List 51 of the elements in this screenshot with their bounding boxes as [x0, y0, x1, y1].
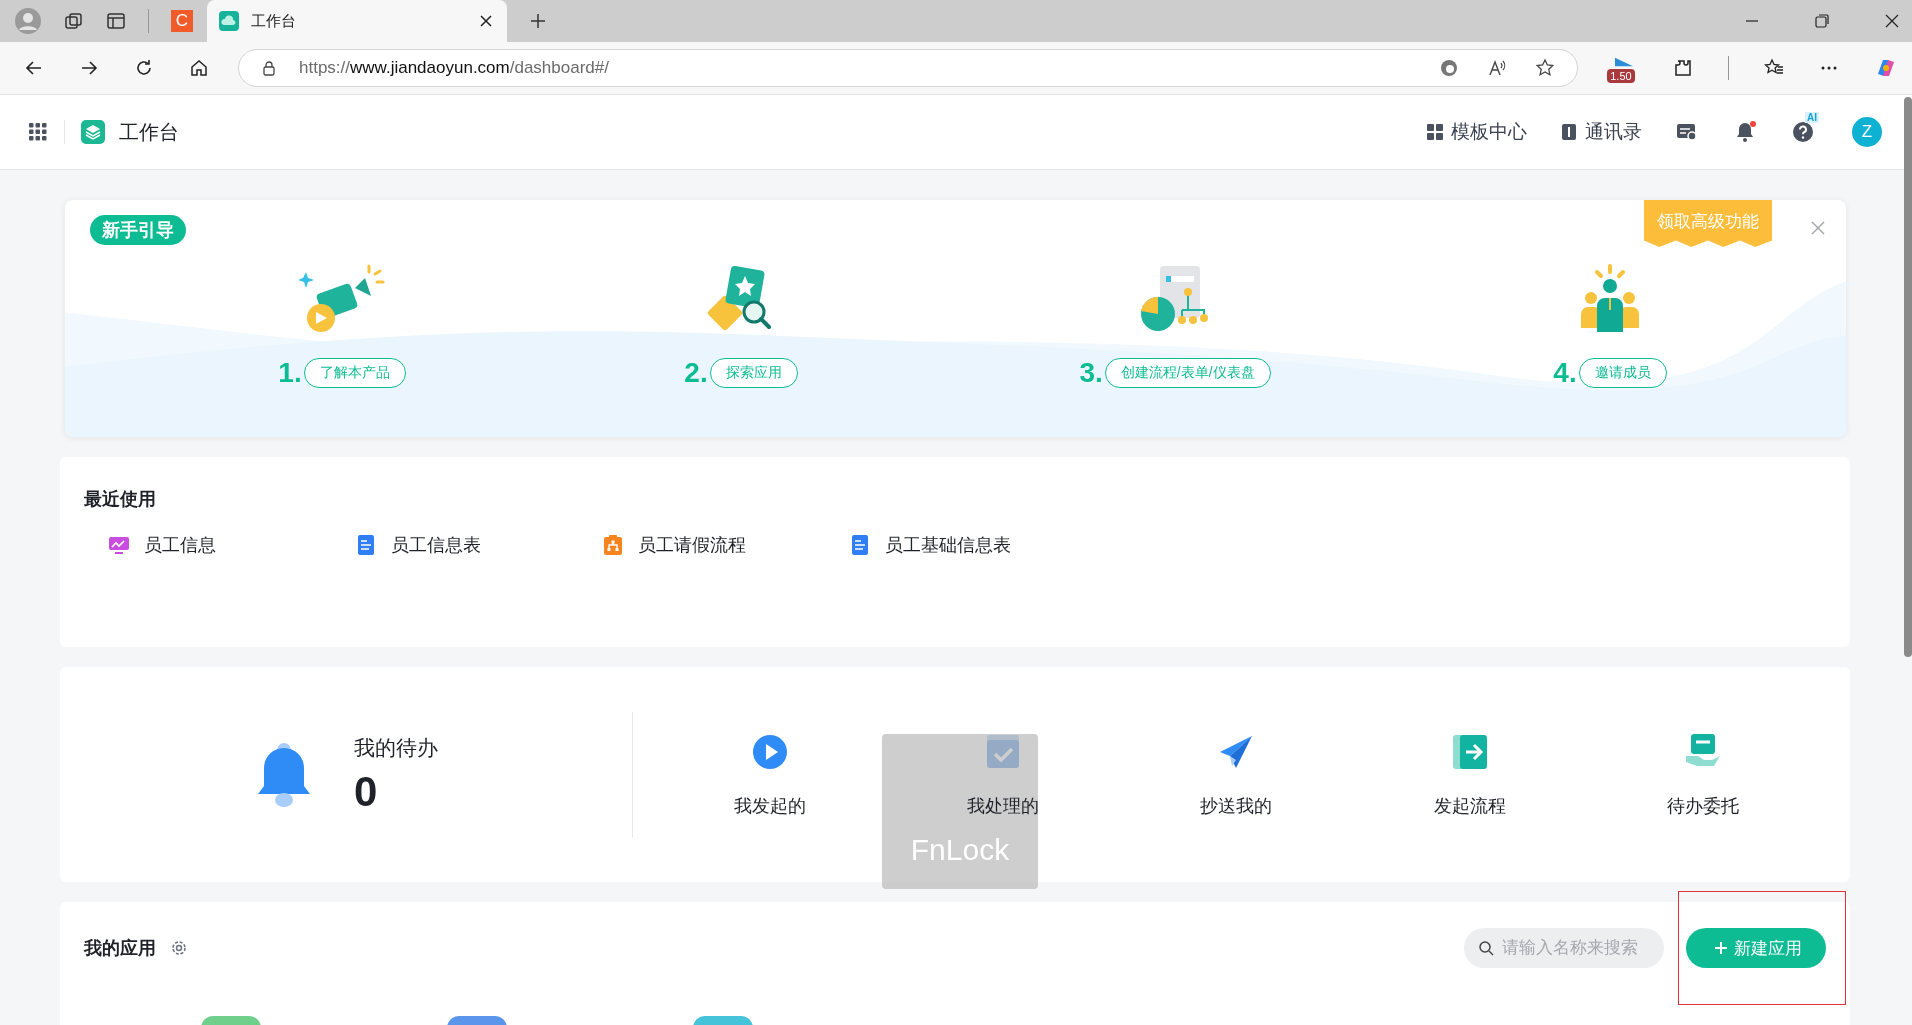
recent-item[interactable]: 员工请假流程 [602, 533, 849, 557]
close-icon[interactable] [1884, 13, 1900, 29]
plus-icon [1714, 941, 1728, 955]
address-field[interactable]: https://www.jiandaoyun.com/dashboard#/ [238, 49, 1579, 87]
cloud-icon [219, 11, 239, 31]
apps-grid-icon[interactable] [28, 122, 48, 142]
guide-badge: 新手引导 [90, 215, 186, 245]
todo-action[interactable]: 发起流程 [1353, 731, 1587, 818]
help-icon[interactable] [1792, 121, 1814, 143]
layers-logo-icon [81, 120, 105, 144]
todo-action[interactable]: 待办委托 [1586, 731, 1820, 818]
flag-icon [1615, 57, 1634, 67]
sidebar-icon[interactable] [106, 11, 126, 31]
step-number: 1. [278, 358, 302, 388]
contacts-book-icon [1561, 124, 1577, 140]
section-title: 我的应用 [84, 937, 156, 960]
todo-action[interactable]: 抄送我的 [1119, 731, 1354, 818]
step-number: 4. [1553, 358, 1577, 388]
page-title: 工作台 [119, 119, 179, 145]
scrollbar[interactable] [1904, 97, 1912, 657]
nav-link[interactable]: 模板中心 [1427, 119, 1527, 145]
todo-action[interactable]: 我发起的 [653, 731, 887, 818]
close-icon[interactable] [479, 14, 493, 28]
workspaces-icon[interactable] [64, 11, 84, 31]
new-tab-icon[interactable] [529, 12, 547, 30]
lock-icon [261, 60, 277, 76]
ai-badge: AI [1805, 112, 1819, 123]
refresh-icon[interactable] [134, 58, 154, 78]
read-aloud-icon[interactable] [1487, 58, 1508, 78]
search-field[interactable]: 请输入名称来搜索 [1464, 928, 1664, 968]
search-icon [1478, 940, 1494, 956]
settings-icon[interactable] [170, 939, 188, 957]
grid-icon [1427, 124, 1443, 140]
card-settings-icon[interactable] [1676, 121, 1698, 143]
step-number: 3. [1079, 358, 1103, 388]
bell-icon[interactable] [1734, 121, 1756, 143]
step-number: 2. [684, 358, 708, 388]
recent-item[interactable]: 员工基础信息表 [849, 533, 1096, 557]
star-icon[interactable] [1535, 58, 1556, 78]
restore-icon[interactable] [1814, 13, 1830, 29]
home-icon[interactable] [189, 58, 209, 78]
extension-button[interactable]: 1.50 [1607, 51, 1639, 85]
todo-title: 我的待办 [354, 734, 438, 761]
extensions-icon[interactable] [1673, 58, 1694, 78]
todo-count: 0 [354, 767, 379, 816]
recent-item[interactable]: 员工信息表 [355, 533, 602, 557]
browser-tab[interactable]: 工作台 [207, 0, 507, 42]
section-title: 最近使用 [84, 488, 157, 511]
url-text: https://www.jiandaoyun.com/dashboard#/ [299, 58, 609, 78]
nav-link[interactable]: 通讯录 [1561, 119, 1642, 145]
recent-item[interactable]: 员工信息 [108, 533, 355, 557]
